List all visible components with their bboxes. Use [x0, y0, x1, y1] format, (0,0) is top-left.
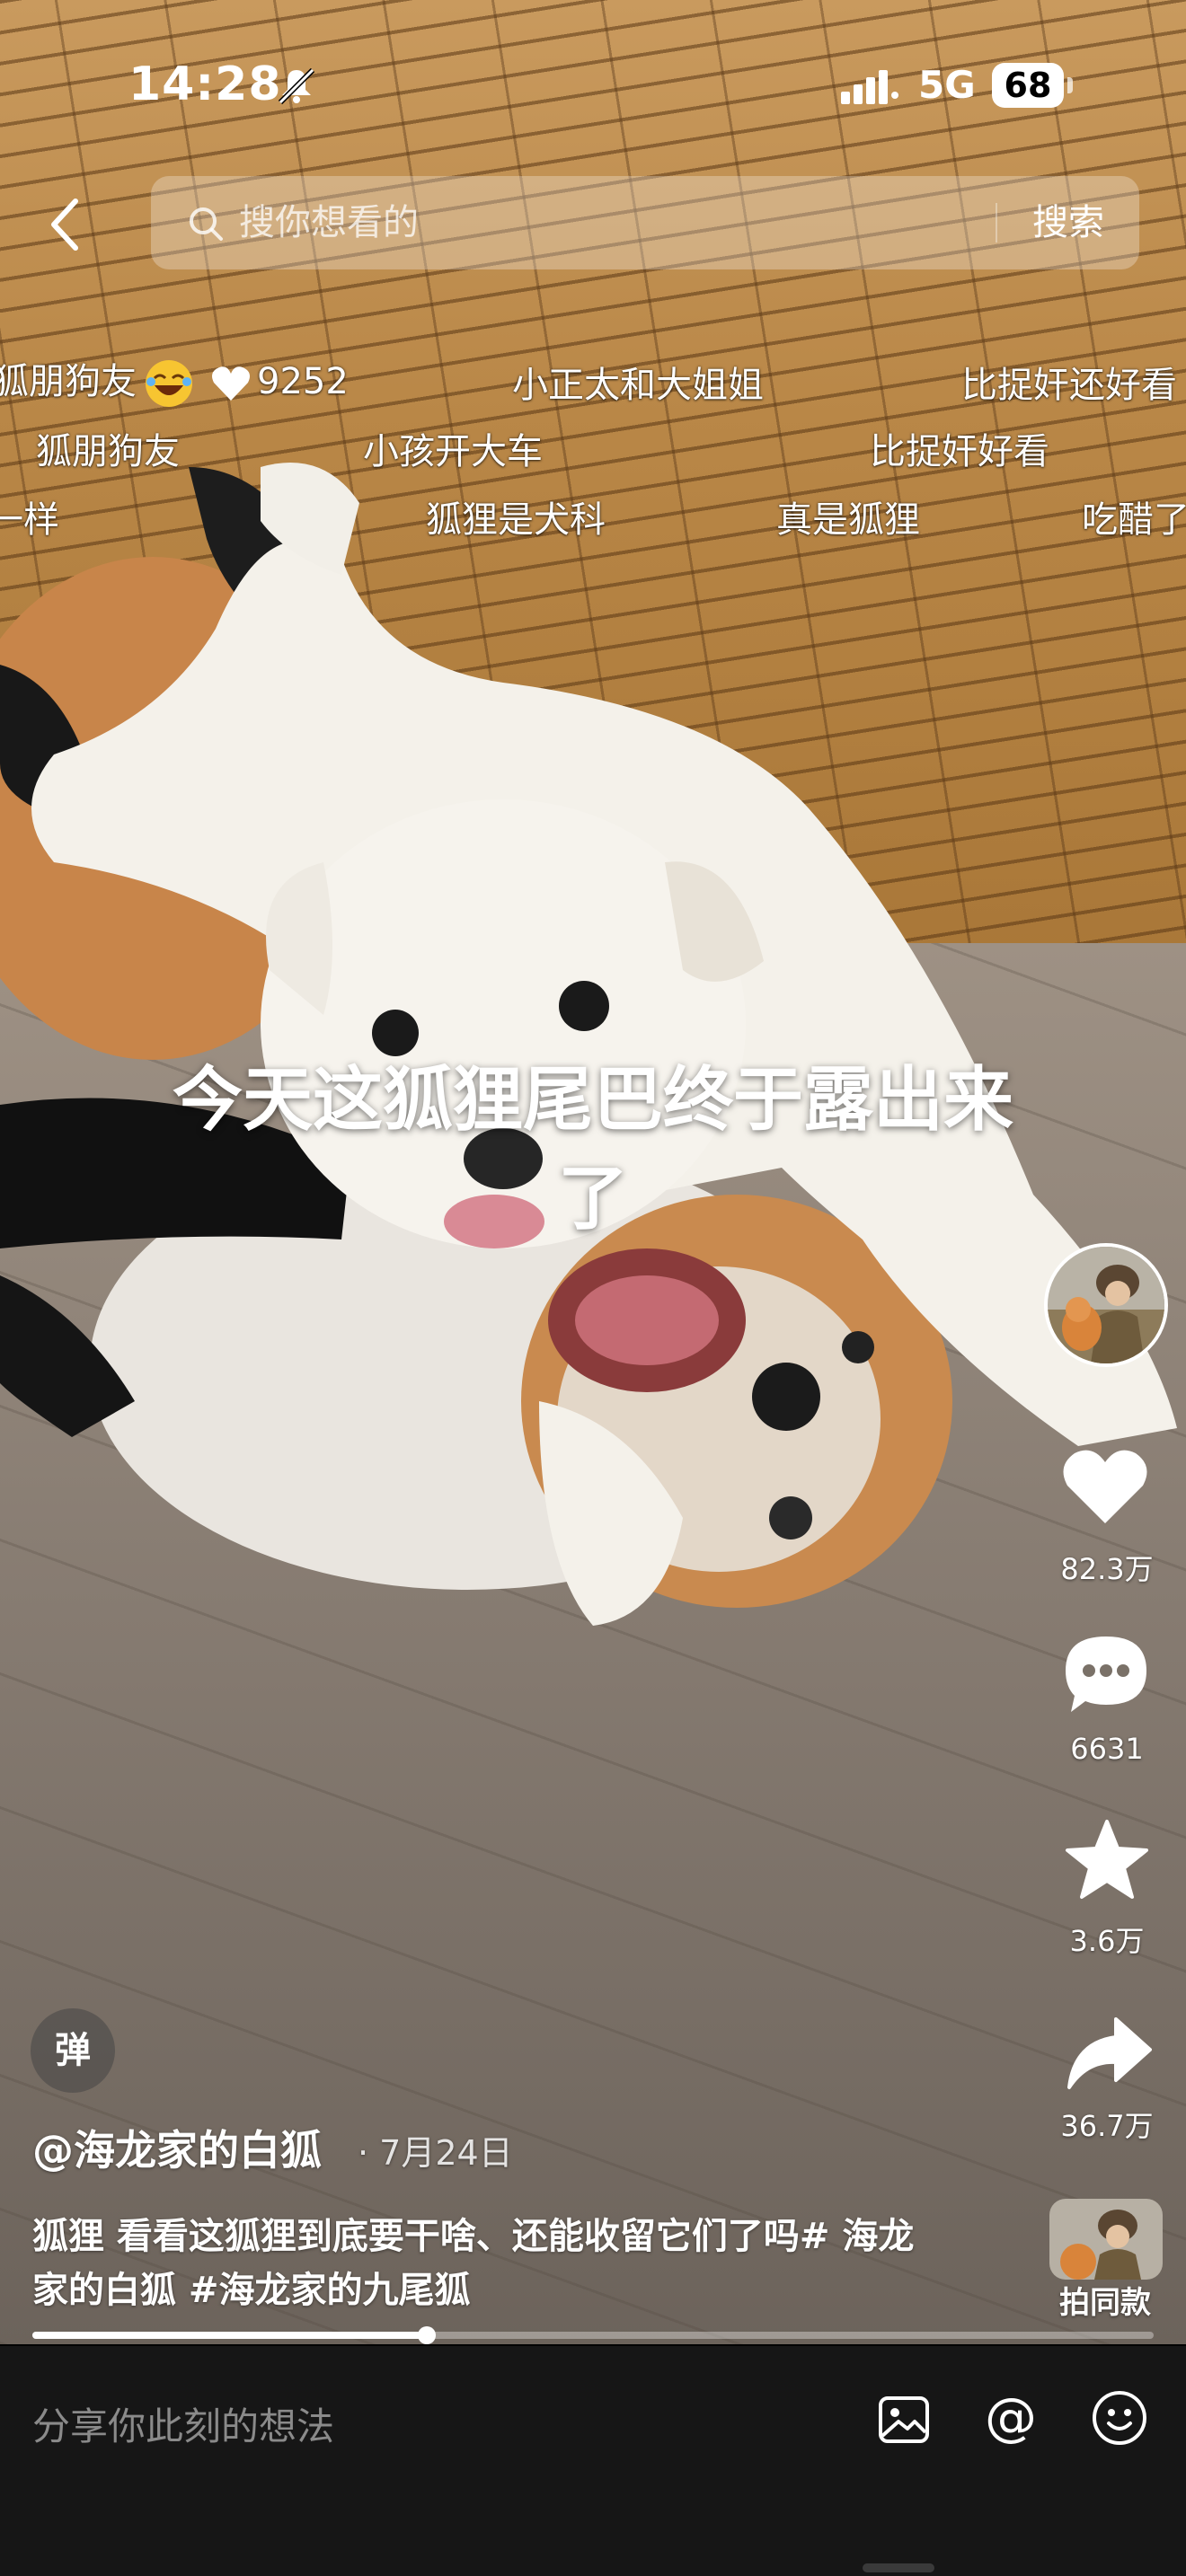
author-name[interactable]: @海龙家的白狐	[32, 2118, 322, 2177]
comment-bubble-icon[interactable]	[1062, 1633, 1150, 1716]
search-divider	[996, 203, 997, 243]
same-style-image	[1049, 2199, 1163, 2280]
like-count: 82.3万	[1060, 1552, 1154, 1586]
bell-muted-icon	[278, 67, 315, 105]
battery-indicator: 68	[992, 63, 1064, 108]
back-arrow-icon[interactable]	[40, 190, 90, 259]
search-input[interactable]: 搜你想看的	[239, 198, 419, 248]
video-screen: 14:28 5G 68 搜你想看的 搜索 狐朋狗友 9252 小正太和大姐姐 比捉…	[0, 0, 1186, 2576]
danmaku-comment: 狐朋狗友 9252	[0, 352, 349, 409]
author-avatar-image	[1048, 1247, 1164, 1363]
danmaku-comment: 狐朋狗友	[36, 431, 180, 472]
search-icon	[190, 207, 223, 241]
video-caption: 今天这狐狸尾巴终于露出来了	[172, 1060, 1013, 1239]
danmaku-comment: 比捉奸好看	[870, 431, 1049, 472]
share-count: 36.7万	[1060, 2109, 1154, 2143]
like-heart-icon[interactable]	[1060, 1446, 1150, 1527]
danmaku-text: 狐朋狗友	[0, 361, 137, 402]
cellular-signal-icon	[841, 70, 898, 104]
danmaku-comment: 比捉奸还好看	[961, 365, 1177, 406]
emoji-icon[interactable]	[1091, 2389, 1148, 2447]
same-style-thumbnail[interactable]	[1049, 2199, 1163, 2280]
laughing-emoji-icon	[146, 360, 192, 407]
home-indicator	[863, 2563, 934, 2572]
mention-button[interactable]: @	[981, 2387, 1040, 2447]
danmaku-comment: 狐狸是犬科	[426, 499, 606, 541]
danmaku-comment: 小孩开大车	[363, 431, 543, 472]
same-style-button[interactable]: 拍同款	[1024, 2278, 1186, 2322]
danmaku-comment: 小正太和大姐姐	[512, 365, 764, 406]
favorite-star-icon[interactable]	[1064, 1818, 1150, 1901]
post-date: · 7月24日	[358, 2133, 513, 2173]
danmaku-toggle-button[interactable]: 弹	[31, 2008, 115, 2093]
network-type-label: 5G	[918, 63, 976, 107]
danmaku-comment: 吃醋了	[1082, 499, 1186, 541]
comment-input[interactable]: 分享你此刻的想法	[32, 2396, 334, 2451]
search-bar[interactable]: 搜你想看的 搜索	[151, 176, 1139, 269]
heart-icon	[212, 366, 250, 401]
comment-count: 6631	[1070, 1732, 1144, 1766]
share-arrow-icon[interactable]	[1066, 2016, 1152, 2091]
status-time: 14:28	[128, 57, 282, 111]
image-icon[interactable]	[877, 2393, 931, 2447]
progress-fill	[32, 2332, 428, 2339]
video-progress-bar[interactable]	[32, 2326, 1154, 2344]
author-avatar[interactable]	[1044, 1243, 1168, 1367]
danmaku-like-count: 9252	[257, 361, 349, 402]
comment-bar: 分享你此刻的想法 @	[0, 2346, 1186, 2576]
favorite-count: 3.6万	[1069, 1924, 1145, 1958]
search-button[interactable]: 搜索	[1010, 198, 1127, 248]
battery-cap	[1067, 77, 1073, 93]
danmaku-comment: 一样	[0, 499, 59, 541]
danmaku-comment: 真是狐狸	[776, 499, 920, 541]
video-description[interactable]: 狐狸 看看这狐狸到底要干啥、还能收留它们了吗# 海龙家的白狐 #海龙家的九尾狐	[32, 2210, 931, 2317]
